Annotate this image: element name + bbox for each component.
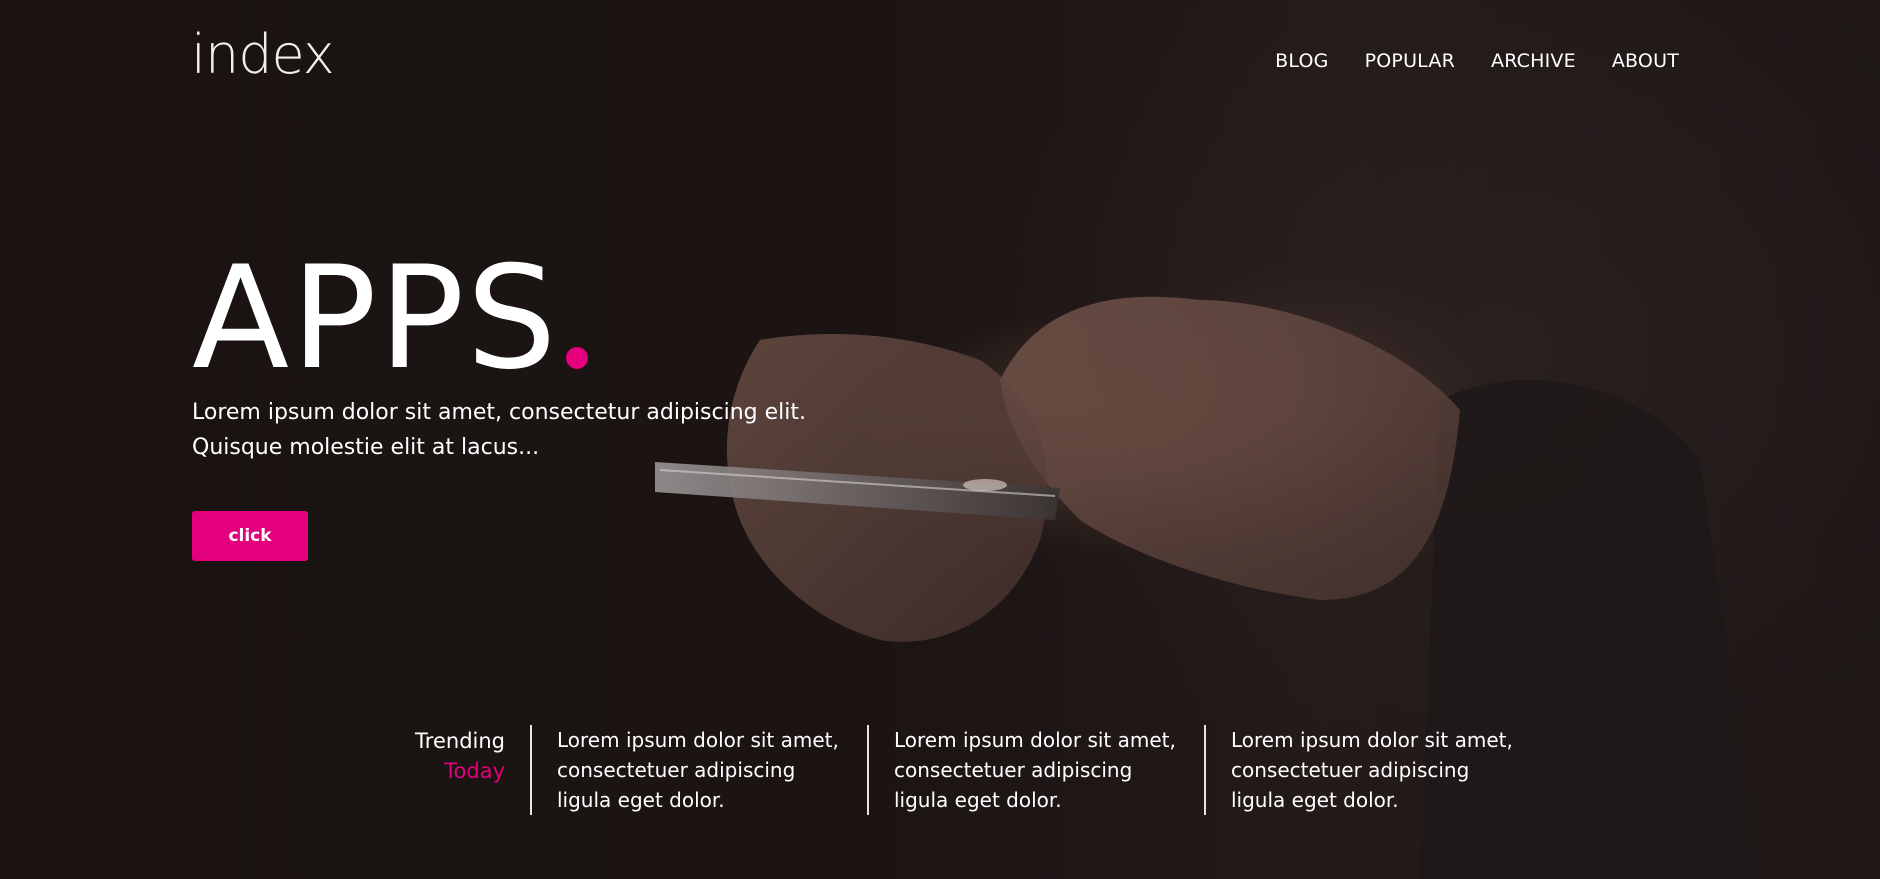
trending-item-line: consectetuer adipiscing [1231,758,1470,782]
hero-subtitle-line2: Quisque molestie elit at lacus... [192,435,540,460]
click-button[interactable]: click [192,511,308,561]
nav-blog[interactable]: BLOG [1275,50,1328,72]
trending-label-line1: Trending [415,729,505,753]
trending-item-line: ligula eget dolor. [894,788,1062,812]
trending-item-line: consectetuer adipiscing [557,758,796,782]
trending-item[interactable]: Lorem ipsum dolor sit amet, consectetuer… [1204,725,1513,815]
hero-subtitle-line1: Lorem ipsum dolor sit amet, consectetur … [192,400,806,425]
trending-item-line: Lorem ipsum dolor sit amet, [1231,728,1513,752]
trending-item[interactable]: Lorem ipsum dolor sit amet, consectetuer… [867,725,1176,815]
trending-item[interactable]: Lorem ipsum dolor sit amet, consectetuer… [530,725,839,815]
nav-about[interactable]: ABOUT [1612,50,1679,72]
hero-subtitle: Lorem ipsum dolor sit amet, consectetur … [192,395,892,465]
trending-item-line: Lorem ipsum dolor sit amet, [894,728,1176,752]
landing-page: index BLOG POPULAR ARCHIVE ABOUT APPS Lo… [0,0,1880,879]
trending-item-line: ligula eget dolor. [1231,788,1399,812]
nav-archive[interactable]: ARCHIVE [1491,50,1576,72]
nav-popular[interactable]: POPULAR [1365,50,1455,72]
trending-item-line: Lorem ipsum dolor sit amet, [557,728,839,752]
site-logo[interactable]: index [191,28,335,82]
trending-label: Trending Today [380,726,505,786]
trending-item-line: ligula eget dolor. [557,788,725,812]
trending-label-line2: Today [444,759,505,783]
hero-title: APPS [192,236,559,401]
hero-title-accent-dot [566,347,588,369]
main-nav: BLOG POPULAR ARCHIVE ABOUT [1275,50,1679,72]
trending-item-line: consectetuer adipiscing [894,758,1133,782]
